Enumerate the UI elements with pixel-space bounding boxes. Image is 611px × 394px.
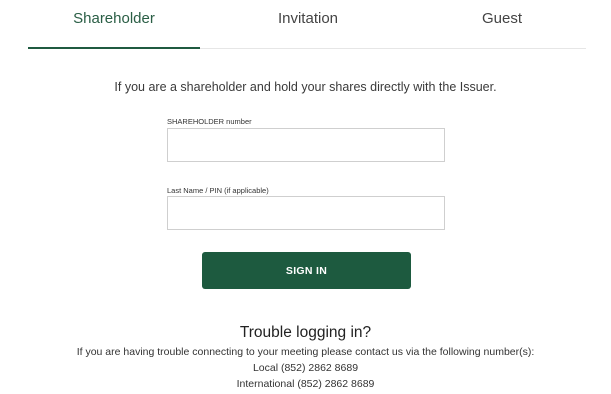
active-tab-indicator [28,47,200,49]
last-name-pin-input[interactable] [167,196,445,230]
help-international-number: International (852) 2862 8689 [236,378,375,390]
tab-guest[interactable]: Guest [418,0,586,47]
shareholder-number-label: SHAREHOLDER number [167,117,252,126]
sign-in-button[interactable]: SIGN IN [202,252,411,289]
help-local-number: Local (852) 2862 8689 [252,362,359,374]
shareholder-number-input[interactable] [167,128,445,162]
help-text: If you are having trouble connecting to … [76,346,535,358]
login-page: Shareholder Invitation Guest If you are … [0,0,611,394]
tab-shareholder[interactable]: Shareholder [28,0,200,47]
tab-invitation[interactable]: Invitation [233,0,383,47]
login-tabs: Shareholder Invitation Guest [28,0,586,49]
help-title: Trouble logging in? [239,324,372,341]
last-name-pin-label: Last Name / PIN (if applicable) [167,186,269,195]
login-intro-text: If you are a shareholder and hold your s… [114,80,497,94]
